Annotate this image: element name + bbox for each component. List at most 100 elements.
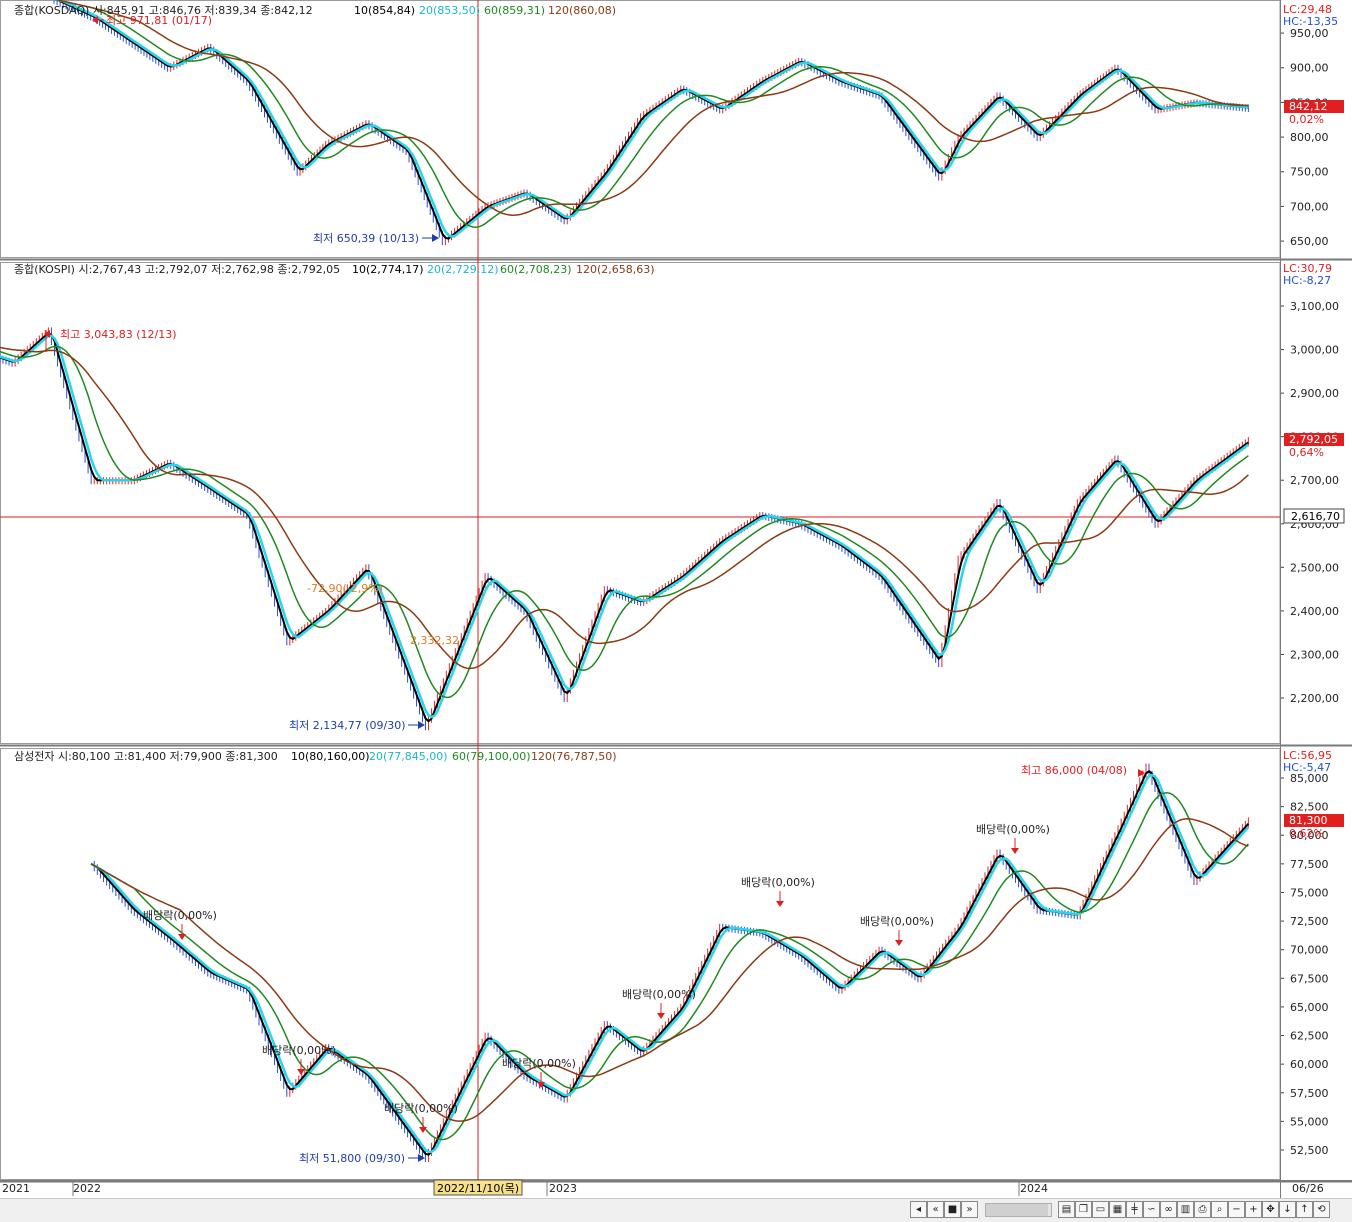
y-tick-label: 75,000 [1290,886,1329,899]
y-tick-label: 750,00 [1290,166,1329,179]
y-tick-label: 55,000 [1290,1115,1329,1128]
link-icon[interactable]: ∞ [1160,1201,1177,1218]
y-tick-label: 2,700,00 [1290,474,1339,487]
scroll-down-icon[interactable]: ↓ [1279,1201,1296,1218]
tilde-icon[interactable]: ∽ [1143,1201,1160,1218]
kosdaq-ma60-label: 60(859,31) [484,4,545,17]
y-tick-label: 77,500 [1290,858,1329,871]
layout-icon[interactable]: ▥ [1177,1201,1194,1218]
y-tick-label: 3,100,00 [1290,300,1339,313]
y-tick-label: 82,500 [1290,801,1329,814]
kospi-change-value: 0,64% [1289,446,1324,459]
kosdaq-ma10-label: 10(854,84) [354,4,415,17]
kospi-low-annotation: 최저 2,134,77 (09/30) [289,719,425,732]
fast-forward-icon[interactable]: » [961,1201,978,1218]
panel-header-samsung: 삼성전자 시:80,100 고:81,400 저:79,900 종:81,300… [14,750,617,763]
kosdaq-high-text: 최고 971,81 (01/17) [106,14,212,27]
fast-rewind-icon[interactable]: « [927,1201,944,1218]
scroll-up-icon[interactable]: ↑ [1296,1201,1313,1218]
dividend-label: 배당락(0,00%) [143,909,217,922]
kosdaq-price-tag: 842,12 [1284,100,1344,113]
y-tick-label: 52,500 [1290,1144,1329,1157]
y-tick-label: 2,500,00 [1290,561,1339,574]
kospi-header-name: 종합(KOSPI) 시:2,767,43 고:2,792,07 저:2,762,… [14,263,340,276]
window-icon[interactable]: ▭ [1092,1201,1109,1218]
kosdaq-price-value: 842,12 [1289,100,1328,113]
y-tick-label: 700,00 [1290,200,1329,213]
zoom-out-icon[interactable]: − [1228,1201,1245,1218]
y-tick-label: 950,00 [1290,27,1329,40]
y-tick-label: 650,00 [1290,235,1329,248]
dividend-label: 배당락(0,00%) [622,988,696,1001]
zoom-in-icon[interactable]: + [1245,1201,1262,1218]
samsung-price-tag: 81,300 [1284,814,1344,827]
y-tick-label: 60,000 [1290,1058,1329,1071]
kospi-hc-label: HC:-8,27 [1283,274,1331,287]
panel-header-kospi: 종합(KOSPI) 시:2,767,43 고:2,792,07 저:2,762,… [14,263,655,276]
kospi-price-value: 2,792,05 [1289,433,1338,446]
samsung-change-value: 0,62% [1289,827,1324,840]
y-tick-label: 800,00 [1290,131,1329,144]
y-tick-label: 900,00 [1290,62,1329,75]
x-label-2022: 2022 [73,1182,101,1195]
y-tick-label: 65,000 [1290,1001,1329,1014]
print-icon[interactable]: ⎙ [1194,1201,1211,1218]
kospi-ma10-label: 10(2,774,17) [352,263,424,276]
kospi-ma20-label: 20(2,729,12) [427,263,499,276]
y-tick-label: 2,200,00 [1290,692,1339,705]
samsung-high-annotation: 최고 86,000 (04/08) [1021,764,1145,777]
reset-icon[interactable]: ⟲ [1313,1201,1330,1218]
x-label-last-date: 06/26 [1292,1182,1324,1195]
kospi-ma60-label: 60(2,708,23) [500,263,572,276]
dividend-label: 배당락(0,00%) [262,1044,336,1057]
dividend-label: 배당락(0,00%) [384,1102,458,1115]
kosdaq-low-text: 최저 650,39 (10/13) [313,232,419,245]
stock-chart-window[interactable]: 950,00900,00850,00800,00750,00700,00650,… [0,0,1352,1222]
crosshair-date-tag: 2022/11/10(목) [433,1179,523,1196]
scrollbar-thumb[interactable] [986,1204,1048,1216]
samsung-ma10-label: 10(80,160,00) [291,750,370,763]
dividend-label: 배당락(0,00%) [502,1057,576,1070]
grid-icon[interactable]: ▦ [1109,1201,1126,1218]
chart-scrollbar[interactable] [985,1203,1052,1217]
samsung-high-text: 최고 86,000 (04/08) [1021,764,1127,777]
crosshair-date-text: 2022/11/10(목) [437,1182,519,1195]
kosdaq-ma120-label: 120(860,08) [548,4,616,17]
y-tick-label: 70,000 [1290,944,1329,957]
y-tick-label: 3,000,00 [1290,344,1339,357]
kospi-change-annotation: -72,90(-2,9%) [307,582,383,595]
kospi-low-text: 최저 2,134,77 (09/30) [289,719,406,732]
search-icon[interactable]: ⌕ [1211,1201,1228,1218]
samsung-ma60-label: 60(79,100,00) [452,750,531,763]
kospi-high-text: 최고 3,043,83 (12/13) [60,328,177,341]
kospi-crosshair-tag: 2,616,70 [1283,508,1345,524]
scroll-left-icon[interactable]: ◂ [910,1201,927,1218]
samsung-hc-label: HC:-5,47 [1283,761,1331,774]
samsung-price-value: 81,300 [1289,814,1328,827]
crosshair-icon[interactable]: ╪ [1126,1201,1143,1218]
move-icon[interactable]: ✥ [1262,1201,1279,1218]
kosdaq-hc-label: HC:-13,35 [1283,15,1338,28]
y-tick-label: 62,500 [1290,1030,1329,1043]
dividend-label: 배당락(0,00%) [860,915,934,928]
chart-canvas[interactable]: 950,00900,00850,00800,00750,00700,00650,… [0,0,1352,1198]
split-view-icon[interactable]: ▤ [1058,1201,1075,1218]
kospi-price-tag: 2,792,05 [1284,433,1344,446]
chart-toolbar: ◂ « ■ » ▤ ❐ ▭ ▦ ╪ ∽ ∞ ▥ ⎙ ⌕ − + ✥ ↓ ↑ ⟲ [0,1198,1352,1222]
y-tick-label: 72,500 [1290,915,1329,928]
kospi-crosshair-value: 2,616,70 [1291,510,1340,523]
y-tick-label: 2,900,00 [1290,387,1339,400]
kosdaq-ma20-label: 20(853,50) [419,4,480,17]
kospi-level-annotation: 2,332,32 [410,634,459,647]
y-tick-label: 57,500 [1290,1087,1329,1100]
x-label-2021: 2021 [2,1182,30,1195]
samsung-ma120-label: 120(76,787,50) [531,750,617,763]
samsung-header-name: 삼성전자 시:80,100 고:81,400 저:79,900 종:81,300 [14,750,278,763]
x-label-2024: 2024 [1020,1182,1048,1195]
y-tick-label: 2,300,00 [1290,648,1339,661]
kosdaq-change-value: 0,02% [1289,113,1324,126]
copy-icon[interactable]: ❐ [1075,1201,1092,1218]
x-label-2023: 2023 [549,1182,577,1195]
stop-icon[interactable]: ■ [944,1201,961,1218]
y-tick-label: 2,400,00 [1290,605,1339,618]
